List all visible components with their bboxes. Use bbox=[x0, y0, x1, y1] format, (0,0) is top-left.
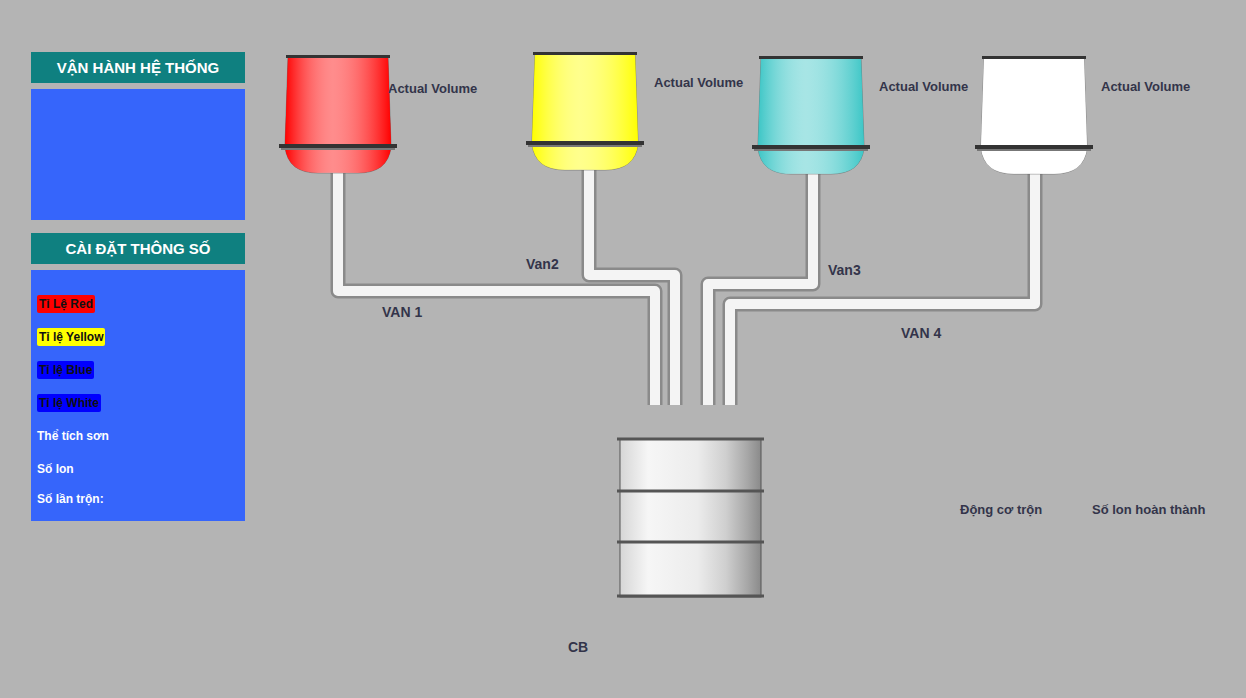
param-label[interactable]: Tỉ lệ Blue bbox=[37, 361, 94, 379]
valve-label[interactable]: VAN 1 bbox=[382, 304, 422, 320]
sensor-label: CB bbox=[568, 639, 588, 655]
param-row: Thể tích sơn bbox=[37, 419, 239, 452]
paint-tank bbox=[526, 52, 644, 170]
param-row: Tỉ lệ Yellow bbox=[37, 320, 239, 353]
param-row: Số lon bbox=[37, 452, 239, 485]
param-label[interactable]: Tỉ lệ Yellow bbox=[37, 328, 105, 346]
paint-tank bbox=[752, 56, 870, 174]
param-label[interactable]: Số lon bbox=[37, 460, 74, 478]
param-label[interactable]: Tỉ Lệ Red bbox=[37, 295, 95, 313]
param-label[interactable]: Số lần trộn: bbox=[37, 490, 104, 508]
paint-tank bbox=[975, 56, 1093, 174]
param-label[interactable]: Thể tích sơn bbox=[37, 427, 109, 445]
valve-label[interactable]: Van2 bbox=[526, 256, 559, 272]
left-panel: VẬN HÀNH HỆ THỐNG CÀI ĐẶT THÔNG SỐ Tỉ Lệ R… bbox=[31, 0, 245, 521]
param-row: Tỉ lệ White bbox=[37, 386, 239, 419]
operation-header: VẬN HÀNH HỆ THỐNG bbox=[31, 52, 245, 83]
valve-label[interactable]: VAN 4 bbox=[901, 325, 941, 341]
actual-volume-label: Actual Volume bbox=[879, 79, 968, 94]
param-row: Số lần trộn: bbox=[37, 485, 239, 513]
settings-header: CÀI ĐẶT THÔNG SỐ bbox=[31, 233, 245, 264]
process-diagram: Actual Volume Actual Volume Actual Volume A… bbox=[0, 0, 1246, 698]
actual-volume-label: Actual Volume bbox=[654, 75, 743, 90]
param-row: Tỉ lệ Blue bbox=[37, 353, 239, 386]
cans-done-label: Số lon hoàn thành bbox=[1092, 502, 1205, 517]
paint-tank bbox=[279, 55, 397, 173]
actual-volume-label: Actual Volume bbox=[388, 81, 477, 96]
valve-label[interactable]: Van3 bbox=[828, 262, 861, 278]
motor-label: Động cơ trộn bbox=[960, 502, 1042, 517]
actual-volume-label: Actual Volume bbox=[1101, 79, 1190, 94]
param-row: Tỉ Lệ Red bbox=[37, 287, 239, 320]
param-label[interactable]: Tỉ lệ White bbox=[37, 394, 101, 412]
settings-box: Tỉ Lệ Red Tỉ lệ Yellow Tỉ lệ Blue Tỉ lệ Whi… bbox=[31, 270, 245, 521]
operation-box bbox=[31, 89, 245, 220]
mixing-barrel bbox=[617, 438, 764, 598]
